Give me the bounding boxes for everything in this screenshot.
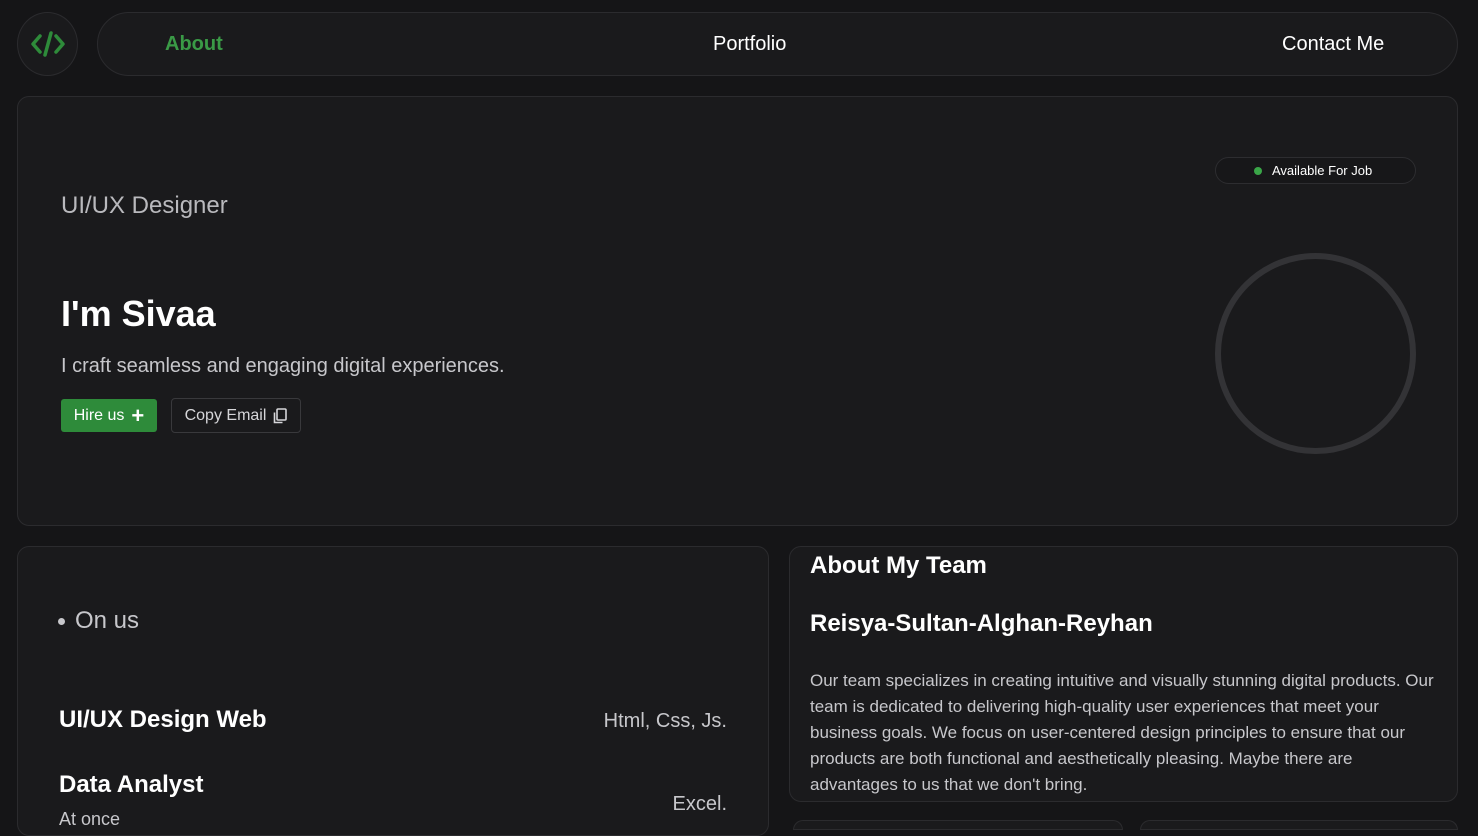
status-dot-icon <box>1254 166 1262 175</box>
hero-tagline: I craft seamless and engaging digital ex… <box>61 355 505 377</box>
next-card-edge <box>793 820 1123 830</box>
hire-us-button[interactable]: Hire us + <box>61 399 157 432</box>
copy-email-button[interactable]: Copy Email <box>171 398 301 433</box>
availability-label: Available For Job <box>1272 163 1373 178</box>
top-nav: About Portfolio Contact Me <box>97 12 1458 76</box>
hero-card: UI/UX Designer I'm Sivaa I craft seamles… <box>17 96 1458 526</box>
services-heading: On us <box>58 607 139 635</box>
team-heading: About My Team <box>810 552 987 579</box>
services-card: On us UI/UX Design Web Html, Css, Js. Da… <box>17 546 769 836</box>
service-subtitle: At once <box>59 809 121 829</box>
team-description: Our team specializes in creating intuiti… <box>810 671 1434 794</box>
nav-portfolio-link[interactable]: Portfolio <box>713 13 786 75</box>
team-name: Reisya-Sultan-Alghan-Reyhan <box>810 610 1153 637</box>
service-title: UI/UX Design Web <box>59 706 267 733</box>
service-tools: Html, Css, Js. <box>603 710 727 732</box>
logo-button[interactable] <box>17 12 78 76</box>
plus-icon: + <box>131 402 145 428</box>
bullet-icon <box>58 617 65 625</box>
availability-badge: Available For Job <box>1215 157 1416 184</box>
next-card-edge <box>1140 820 1458 830</box>
nav-about-link[interactable]: About <box>165 13 223 75</box>
role-subtitle: UI/UX Designer <box>61 192 228 219</box>
nav-contact-link[interactable]: Contact Me <box>1282 13 1384 75</box>
avatar-ring <box>1215 253 1416 454</box>
copy-email-label: Copy Email <box>184 406 267 424</box>
copy-icon <box>274 407 288 423</box>
services-heading-label: On us <box>75 607 140 634</box>
code-icon <box>30 31 65 57</box>
service-tools: Excel. <box>672 793 727 815</box>
team-card: About My Team Reisya-Sultan-Alghan-Reyha… <box>789 546 1458 802</box>
hero-name: I'm Sivaa <box>61 293 216 334</box>
hire-us-label: Hire us <box>73 406 125 424</box>
service-title: Data Analyst <box>59 771 204 798</box>
